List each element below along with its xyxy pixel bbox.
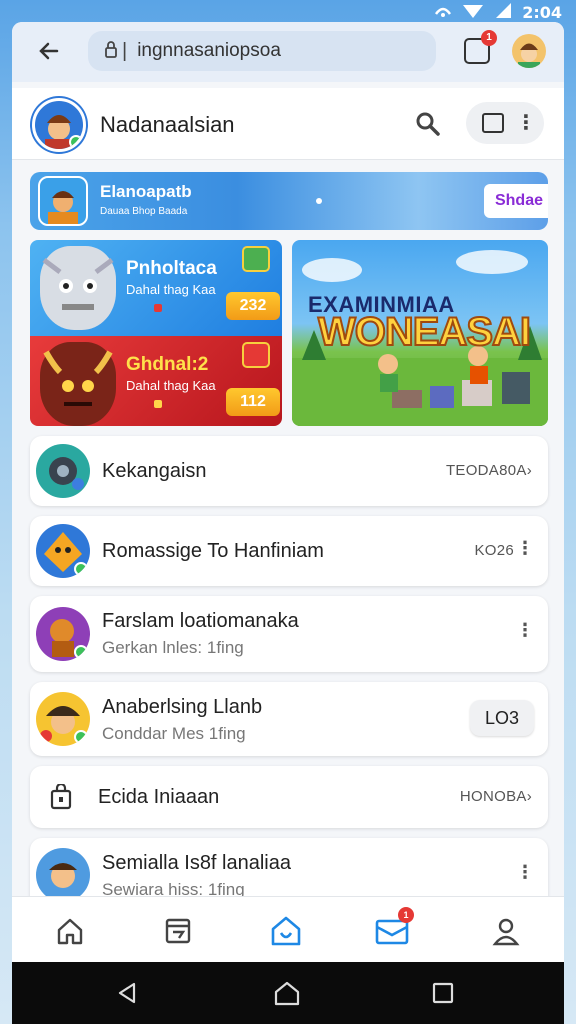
square-recents-icon [432,982,454,1004]
card-title: Ghdnal:2 [126,354,209,375]
notification-badge: 1 [398,907,414,923]
card-title: Pnholtaca [126,258,217,279]
home-icon [57,918,83,945]
grid-view-button[interactable] [482,113,504,133]
status-bar: 2:04 [0,0,576,22]
url-bar[interactable]: | ingnnasaniopsoa [88,31,436,71]
dragon-app-icon [36,524,90,578]
new-indicator-icon [154,400,162,408]
nav-store[interactable] [266,911,306,951]
back-button[interactable] [34,36,64,66]
more-options-button[interactable]: ⋮ [516,110,536,136]
wifi-icon [462,1,484,24]
item-subtitle: Gerkan lnles: 1fing [102,638,244,657]
nav-library[interactable] [158,911,198,951]
page-title: Nadanaalsian [100,112,235,137]
robot-character-icon [40,246,116,330]
promo-game-icon [38,176,88,226]
cell-signal-icon [494,1,512,24]
calendar-icon [165,918,191,944]
system-navigation-bar [12,962,564,1024]
featured-logo-text: WONEASAI [317,309,532,355]
avatar-icon [518,43,540,68]
genre-badge-icon [242,342,270,368]
list-item[interactable]: Farslam loatiomanaka Gerkan lnles: 1fing… [30,596,548,672]
list-item[interactable]: Anaberlsing Llanb Conddar Mes 1fing LO3 [30,682,548,756]
boy-character-app-icon [36,848,90,902]
item-title: Anaberlsing Llanb [102,696,263,718]
item-title: Farslam loatiomanaka [102,610,299,632]
nav-inbox[interactable]: 1 [372,907,414,951]
nav-home[interactable] [50,911,90,951]
item-title: Semialla Is8f lanaliaa [102,852,291,874]
list-item[interactable]: Kekangaisn TEODA80A› [30,436,548,506]
item-meta: KO26 [474,542,514,559]
search-button[interactable] [414,110,442,138]
user-icon [492,918,520,946]
item-meta-link[interactable]: TEODA80A› [446,462,532,479]
game-card-2[interactable]: Ghdnal:2 Dahal thag Kaa 112 [30,336,282,426]
online-badge-icon [69,135,83,149]
more-options-button[interactable]: ⋮ [516,862,534,883]
promo-subtitle: Dauaa Bhop Baada [100,206,188,217]
speaker-app-icon [36,444,90,498]
system-recents-button[interactable] [428,978,458,1008]
item-title: Kekangaisn [102,460,207,482]
featured-game-card[interactable]: EXAMINMIAA WONEASAI [292,240,548,426]
system-home-button[interactable] [272,978,302,1008]
profile-avatar[interactable] [512,34,546,68]
item-subtitle: Conddar Mes 1fing [102,724,246,743]
new-indicator-icon [154,304,162,312]
item-title: Ecida Iniaaan [98,786,220,808]
signal-icon [434,2,452,23]
app-header: Nadanaalsian ⋮ [12,88,564,160]
promo-title: Elanoapatb [100,182,192,201]
list-item[interactable]: Romassige To Hanfiniam KO26 ⋮ [30,516,548,586]
more-options-button[interactable]: ⋮ [516,620,534,641]
shopping-bag-icon [50,782,72,815]
genre-badge-icon [242,246,270,272]
app-avatar[interactable] [32,98,86,152]
bottom-navigation: 1 [12,896,564,962]
promo-button[interactable]: Shdae [484,184,548,218]
promo-banner[interactable]: Elanoapatb Dauaa Bhop Baada Shdae [30,172,548,230]
arrow-left-icon [39,42,59,60]
card-subtitle: Dahal thag Kaa [126,378,216,393]
tabs-button[interactable]: 1 [464,30,497,64]
warrior-app-icon [36,607,90,661]
card-subtitle: Dahal thag Kaa [126,282,216,297]
app-window: | ingnnasaniopsoa 1 Nadanaalsian ⋮ Elano… [12,22,564,962]
browser-bar: | ingnnasaniopsoa 1 [12,22,564,82]
sparkle-icon [316,198,322,204]
demon-character-icon [40,342,116,426]
house-home-icon [274,981,300,1006]
triangle-back-icon [118,982,136,1004]
open-button[interactable]: LO3 [470,700,534,736]
price-button[interactable]: 112 [226,388,280,416]
url-text: ingnnasaniopsoa [137,40,281,61]
search-icon [416,112,440,136]
system-back-button[interactable] [112,978,142,1008]
game-card-1[interactable]: Pnholtaca Dahal thag Kaa 232 [30,240,282,336]
status-time: 2:04 [522,3,562,22]
list-item[interactable]: Ecida Iniaaan HONOBA› [30,766,548,828]
price-button[interactable]: 232 [226,292,280,320]
store-home-icon [271,916,301,946]
nav-profile[interactable] [486,911,526,951]
header-actions: ⋮ [466,102,544,144]
item-title: Romassige To Hanfiniam [102,540,324,562]
pirate-app-icon [36,692,90,746]
lock-icon [104,40,118,63]
tabs-count-badge: 1 [481,30,497,46]
more-options-button[interactable]: ⋮ [516,538,534,559]
item-meta-link[interactable]: HONOBA› [460,788,532,805]
